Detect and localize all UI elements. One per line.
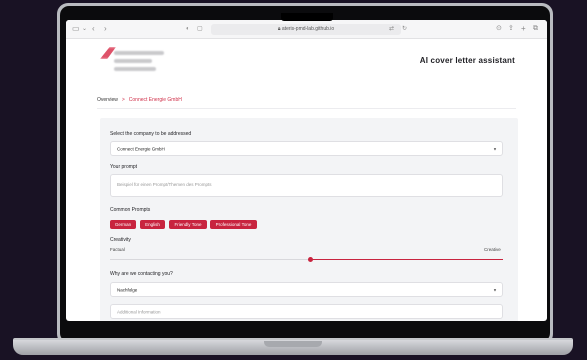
prompt-textarea[interactable]: Beispiel für einen Prompt/Themen des Pro… (110, 174, 503, 197)
prompt-placeholder: Beispiel für einen Prompt/Themen des Pro… (117, 182, 212, 187)
logo-text-line (114, 67, 156, 71)
forward-icon[interactable]: › (104, 23, 107, 35)
slider-thumb[interactable] (307, 257, 313, 262)
company-select[interactable]: Connect Energie GmbH ▼ (110, 141, 503, 156)
translate-icon[interactable]: ⇄ (389, 23, 394, 35)
creativity-min-label: Factual (110, 247, 125, 252)
back-icon[interactable]: ‹ (92, 23, 95, 35)
laptop-base-notch (264, 341, 322, 347)
slider-fill (310, 259, 503, 260)
prompt-label: Your prompt (110, 164, 138, 170)
company-label: Select the company to be addressed (110, 131, 192, 137)
creativity-label: Creativity (110, 237, 131, 243)
url-text: ateris-pmd-lab.github.io (281, 26, 335, 32)
tab-icon[interactable]: ▢ (197, 23, 203, 35)
chip-german[interactable]: German (110, 220, 136, 229)
creativity-max-label: Creative (484, 247, 501, 252)
additional-info-input[interactable]: Additional Information (110, 304, 503, 319)
logo-text-line (114, 59, 152, 63)
chevron-down-icon: ▼ (493, 146, 497, 151)
chip-english[interactable]: English (140, 220, 165, 229)
privacy-shield-icon[interactable]: ◐ (186, 23, 190, 35)
tabs-icon[interactable]: ⧉ (533, 23, 538, 35)
address-bar[interactable]: 🔒︎ ateris-pmd-lab.github.io (211, 24, 401, 35)
breadcrumb-overview[interactable]: Overview (97, 97, 118, 103)
breadcrumb-separator: > (121, 97, 125, 103)
logo-text-line (114, 51, 164, 55)
reason-select-value: Nachfolge (117, 287, 138, 292)
chevron-down-icon: ▼ (493, 287, 497, 292)
chip-professional-tone[interactable]: Professional Tone (210, 220, 257, 229)
download-icon[interactable]: ⊙ (496, 23, 502, 35)
company-select-value: Connect Energie GmbH (117, 146, 165, 151)
page-title: AI cover letter assistant (419, 56, 515, 65)
breadcrumb-current: Connect Energie GmbH (128, 97, 182, 103)
sidebar-icon[interactable]: ▭ (72, 23, 80, 35)
plus-icon[interactable]: + (521, 23, 526, 35)
camera-notch (281, 13, 333, 21)
browser-toolbar: ▭ ⌄ ‹ › ◐ ▢ 🔒︎ ateris-pmd-lab.github.io … (66, 20, 547, 39)
reason-label: Why are we contacting you? (110, 271, 173, 277)
chip-friendly-tone[interactable]: Friendly Tone (169, 220, 207, 229)
share-icon[interactable]: ⇪ (508, 23, 514, 35)
logo[interactable] (100, 45, 170, 81)
breadcrumb: Overview > Connect Energie GmbH (97, 97, 182, 103)
divider (97, 108, 516, 109)
chevron-down-icon[interactable]: ⌄ (82, 23, 87, 35)
reason-select[interactable]: Nachfolge ▼ (110, 282, 503, 297)
reload-icon[interactable]: ↻ (402, 23, 407, 35)
additional-info-placeholder: Additional Information (117, 309, 161, 314)
creativity-slider[interactable] (110, 257, 503, 262)
common-prompts-label: Common Prompts (110, 207, 151, 213)
